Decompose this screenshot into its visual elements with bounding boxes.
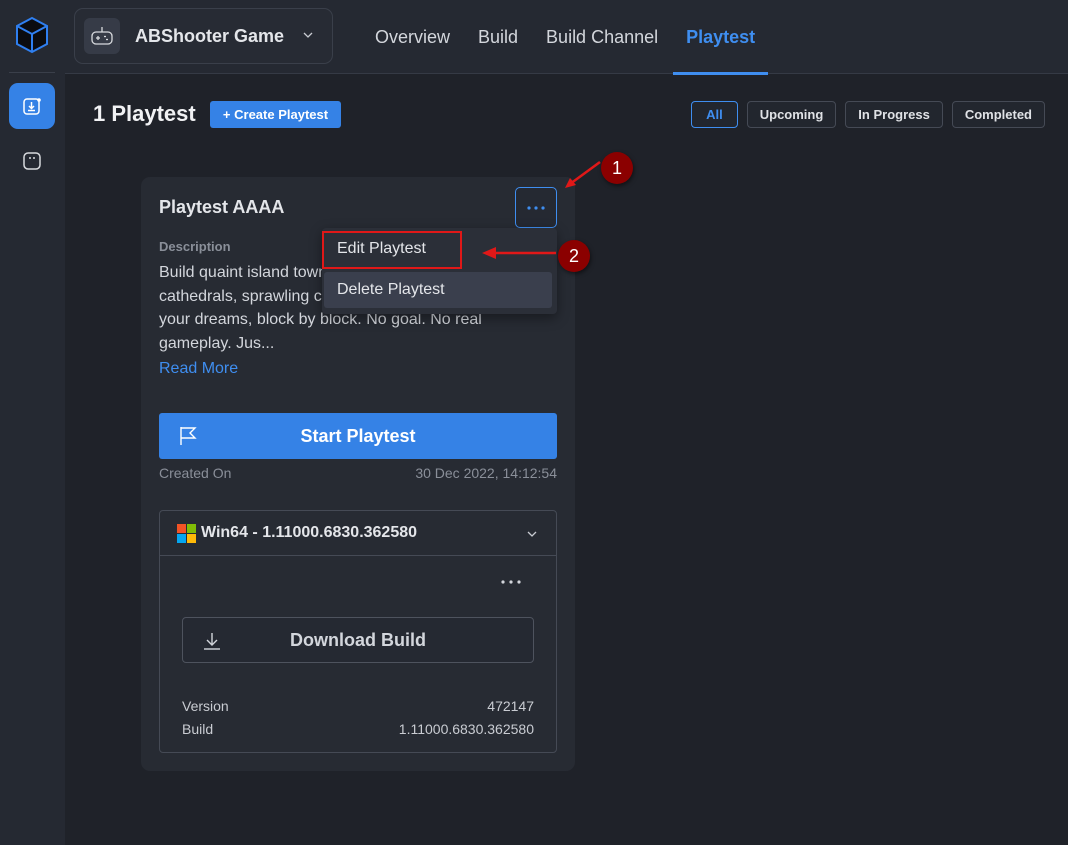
sidebar-item-game[interactable] — [9, 138, 55, 184]
filter-all[interactable]: All — [691, 101, 738, 128]
start-playtest-label: Start Playtest — [300, 425, 416, 446]
menu-item-edit-playtest[interactable]: Edit Playtest — [324, 231, 552, 267]
gamepad-icon — [84, 18, 120, 54]
playtest-title: Playtest AAAA — [159, 197, 285, 217]
callout-1: 1 — [601, 152, 633, 184]
created-on-value: 30 Dec 2022, 14:12:54 — [415, 465, 557, 481]
more-horizontal-icon — [527, 205, 545, 210]
build-value: 1.11000.6830.362580 — [398, 721, 534, 737]
create-playtest-button[interactable]: + Create Playtest — [210, 101, 341, 128]
flag-icon — [180, 427, 197, 445]
created-on-label: Created On — [159, 465, 232, 481]
status-filters: All Upcoming In Progress Completed — [691, 101, 1045, 128]
more-options-button[interactable] — [515, 187, 557, 228]
sidebar-divider — [9, 72, 55, 73]
tab-build-channel[interactable]: Build Channel — [533, 0, 671, 74]
chevron-down-icon — [527, 531, 537, 537]
sidebar — [0, 0, 65, 845]
filter-in-progress[interactable]: In Progress — [845, 101, 943, 128]
download-build-label: Download Build — [290, 629, 426, 650]
build-accordion-header[interactable]: Win64 - 1.11000.6830.362580 — [160, 511, 556, 556]
windows-icon — [177, 523, 196, 543]
read-more-link[interactable]: Read More — [159, 360, 238, 378]
filter-completed[interactable]: Completed — [951, 101, 1045, 128]
top-bar: ABShooter Game Overview Build Build Chan… — [65, 0, 1068, 75]
build-panel: Win64 - 1.11000.6830.362580 Download Bui… — [159, 510, 557, 753]
start-playtest-button[interactable]: Start Playtest — [159, 413, 557, 459]
download-icon — [204, 633, 220, 650]
page-title: 1 Playtest — [93, 101, 196, 126]
cube-logo-icon[interactable] — [14, 16, 50, 54]
tab-build[interactable]: Build — [465, 0, 531, 74]
download-build-button[interactable]: Download Build — [182, 617, 534, 663]
filter-upcoming[interactable]: Upcoming — [746, 101, 837, 128]
version-value: 472147 — [487, 698, 534, 714]
build-more-options-icon[interactable] — [500, 579, 522, 585]
description-label: Description — [159, 239, 231, 254]
build-label: Build — [182, 721, 214, 737]
tab-overview[interactable]: Overview — [362, 0, 463, 74]
game-console-icon — [23, 152, 41, 170]
options-menu: Edit Playtest Delete Playtest — [322, 228, 557, 314]
game-name: ABShooter Game — [135, 25, 285, 46]
callout-2: 2 — [558, 240, 590, 272]
version-label: Version — [182, 698, 229, 714]
nav-tabs: Overview Build Build Channel Playtest — [362, 0, 769, 75]
build-title: Win64 - 1.11000.6830.362580 — [201, 524, 418, 541]
tab-playtest[interactable]: Playtest — [673, 0, 769, 75]
chevron-down-icon — [303, 32, 313, 38]
builds-icon — [23, 98, 41, 115]
menu-item-delete-playtest[interactable]: Delete Playtest — [324, 272, 552, 308]
game-selector[interactable]: ABShooter Game — [74, 8, 333, 64]
sidebar-item-builds[interactable] — [9, 83, 55, 129]
